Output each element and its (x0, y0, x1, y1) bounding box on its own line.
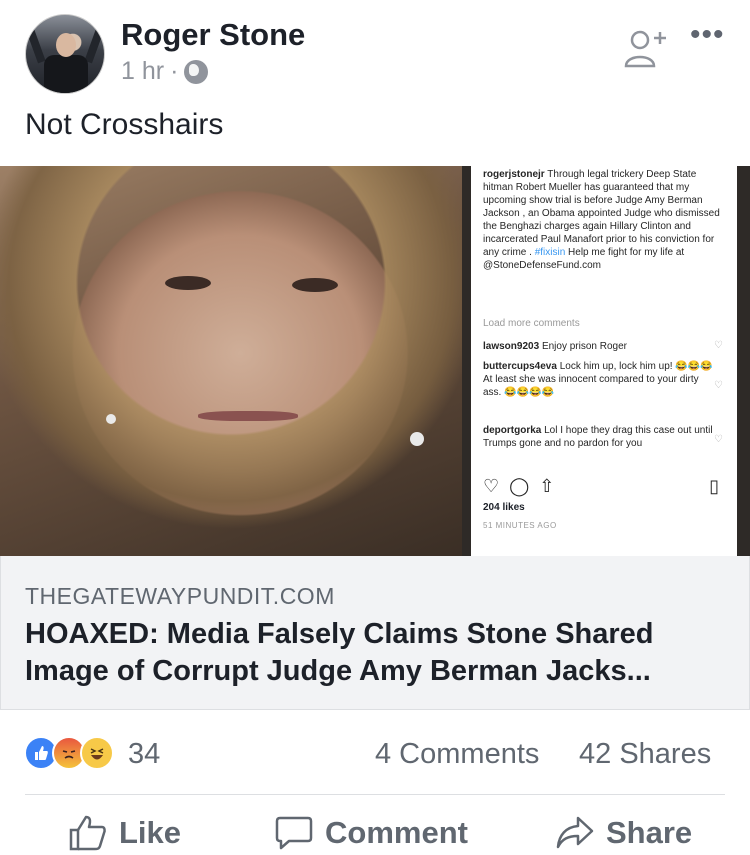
comments-count[interactable]: 4 Comments (375, 738, 539, 771)
share-arrow-icon (556, 816, 594, 849)
ig-time: 51 MINUTES AGO (483, 521, 557, 530)
heart-icon: ♡ (714, 434, 723, 445)
post-time[interactable]: 1 hr (121, 57, 164, 86)
author-name[interactable]: Roger Stone (121, 17, 305, 53)
heart-icon: ♡ (714, 380, 723, 391)
more-options-icon[interactable]: ••• (690, 18, 725, 52)
reaction-count[interactable]: 34 (128, 738, 160, 771)
ig-action-icons: ♡ ◯ ⇧ (483, 476, 554, 497)
heart-icon: ♡ (714, 340, 723, 351)
like-button[interactable]: Like (69, 815, 181, 851)
comment-label: Comment (325, 815, 468, 850)
post-meta: 1 hr · (121, 57, 209, 86)
judge-photo (0, 166, 462, 556)
meta-separator: · (170, 57, 179, 85)
caption-user: rogerjstonejr (483, 169, 545, 180)
comment-button[interactable]: Comment (275, 815, 468, 851)
instagram-screenshot: rogerjstonejr Through legal trickery Dee… (471, 166, 737, 556)
author-avatar[interactable] (25, 14, 105, 94)
caption-hashtag: #fixisin (534, 247, 566, 258)
ig-comment: buttercups4eva Lock him up, lock him up!… (483, 361, 713, 398)
share-button[interactable]: Share (556, 815, 692, 851)
divider (25, 794, 725, 795)
add-friend-icon[interactable] (624, 28, 668, 70)
thumbs-up-icon (69, 815, 106, 851)
ig-comment: lawson9203 Enjoy prison Roger (483, 341, 627, 352)
like-label: Like (119, 815, 182, 850)
haha-reaction-icon (80, 736, 114, 770)
ig-comment: deportgorka Lol I hope they drag this ca… (483, 425, 713, 449)
share-label: Share (606, 815, 693, 850)
link-domain: THEGATEWAYPUNDIT.COM (25, 583, 335, 609)
comment-bubble-icon: ◯ (509, 476, 530, 496)
link-headline[interactable]: HOAXED: Media Falsely Claims Stone Share… (25, 616, 725, 690)
comment-icon (275, 816, 313, 850)
reaction-icons[interactable] (24, 736, 114, 770)
ig-likes: 204 likes (483, 502, 525, 513)
share-icon: ⇧ (539, 476, 555, 496)
post-status-text: Not Crosshairs (25, 108, 224, 141)
load-more-comments: Load more comments (483, 318, 580, 329)
shares-count[interactable]: 42 Shares (579, 738, 711, 771)
heart-icon: ♡ (483, 476, 500, 496)
globe-icon[interactable] (184, 59, 209, 84)
link-preview-image[interactable]: rogerjstonejr Through legal trickery Dee… (0, 166, 750, 556)
caption-body: Through legal trickery Deep State hitman… (483, 169, 720, 258)
instagram-caption: rogerjstonejr Through legal trickery Dee… (483, 168, 723, 272)
bookmark-icon: ▯ (709, 476, 719, 496)
